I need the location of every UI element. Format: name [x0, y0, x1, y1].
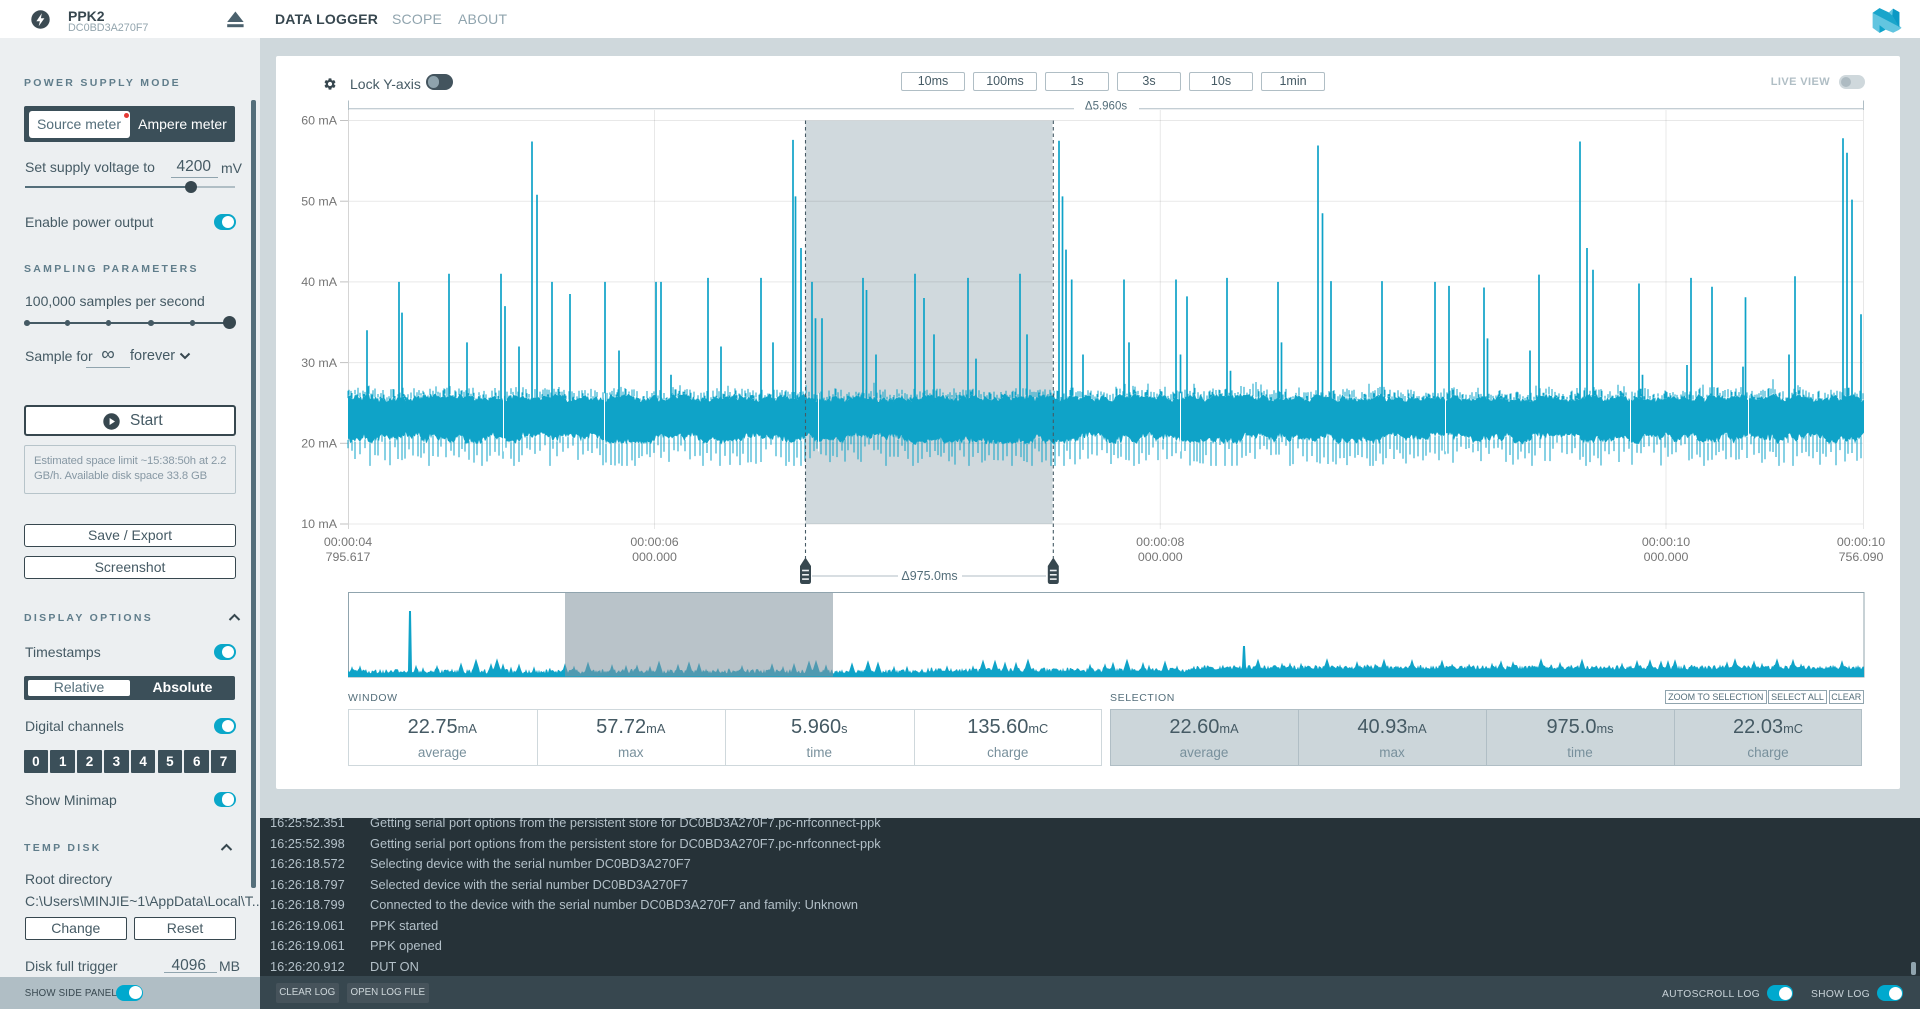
svg-text:00:00:04: 00:00:04 — [324, 535, 372, 549]
svg-text:00:00:08: 00:00:08 — [1136, 535, 1184, 549]
svg-text:00:00:10: 00:00:10 — [1837, 535, 1885, 549]
svg-text:20 mA: 20 mA — [301, 437, 338, 451]
svg-text:795.617: 795.617 — [326, 550, 371, 564]
svg-text:000.000: 000.000 — [1644, 550, 1689, 564]
svg-text:00:00:10: 00:00:10 — [1642, 535, 1690, 549]
svg-text:00:00:06: 00:00:06 — [630, 535, 678, 549]
svg-text:000.000: 000.000 — [1138, 550, 1183, 564]
svg-text:50 mA: 50 mA — [301, 194, 338, 208]
svg-text:000.000: 000.000 — [632, 550, 677, 564]
svg-text:756.090: 756.090 — [1839, 550, 1884, 564]
svg-text:10 mA: 10 mA — [301, 517, 338, 531]
svg-text:Δ5.960s: Δ5.960s — [1085, 101, 1127, 113]
svg-text:30 mA: 30 mA — [301, 356, 338, 370]
svg-text:60 mA: 60 mA — [301, 114, 338, 128]
svg-text:Δ975.0ms: Δ975.0ms — [901, 569, 957, 583]
svg-text:40 mA: 40 mA — [301, 275, 338, 289]
